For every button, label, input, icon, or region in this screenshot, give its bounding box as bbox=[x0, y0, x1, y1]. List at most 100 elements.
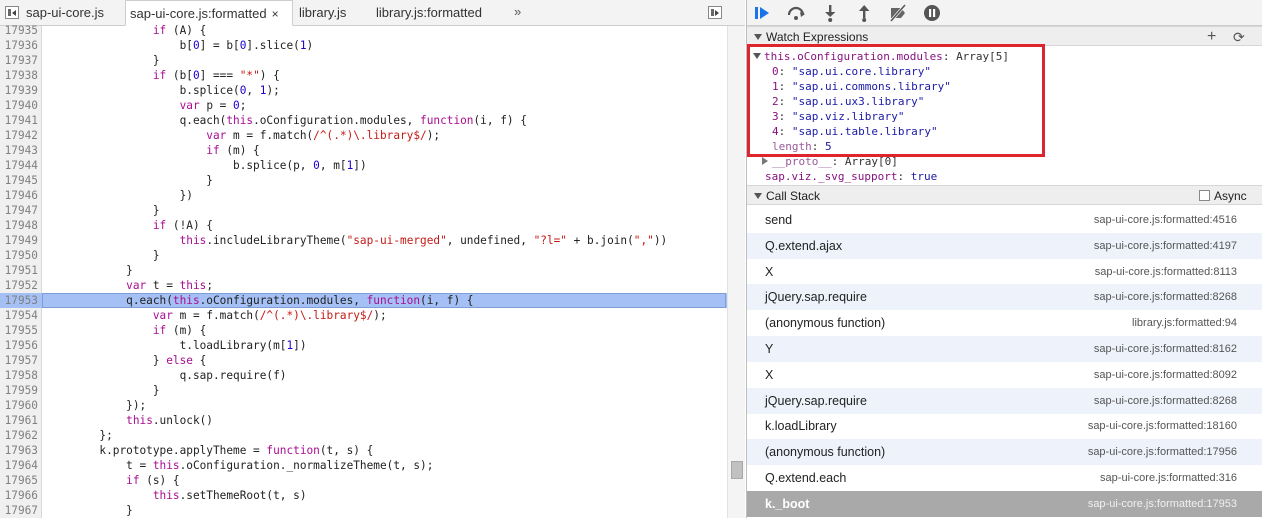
code-line[interactable]: 17952 var t = this; bbox=[0, 278, 727, 293]
call-frame[interactable]: (anonymous function) sap-ui-core.js:forma… bbox=[747, 439, 1262, 465]
line-number[interactable]: 17949 bbox=[0, 233, 38, 248]
line-number[interactable]: 17952 bbox=[0, 278, 38, 293]
code-line[interactable]: 17948 if (!A) { bbox=[0, 218, 727, 233]
line-number[interactable]: 17946 bbox=[0, 188, 38, 203]
code-line[interactable]: 17935 if (A) { bbox=[0, 23, 727, 38]
line-number[interactable]: 17942 bbox=[0, 128, 38, 143]
code-line[interactable]: 17950 } bbox=[0, 248, 727, 263]
line-number[interactable]: 17935 bbox=[0, 23, 38, 38]
code-line[interactable]: 17947 } bbox=[0, 203, 727, 218]
code-line[interactable]: 17938 if (b[0] === "*") { bbox=[0, 68, 727, 83]
frame-location-link[interactable]: sap-ui-core.js:formatted:4197 bbox=[1094, 233, 1237, 259]
expand-triangle-icon[interactable] bbox=[753, 53, 761, 59]
call-frame[interactable]: jQuery.sap.require sap-ui-core.js:formatt… bbox=[747, 284, 1262, 310]
code-line[interactable]: 17959 } bbox=[0, 383, 727, 398]
frame-location-link[interactable]: sap-ui-core.js:formatted:18160 bbox=[1088, 413, 1237, 439]
line-number[interactable]: 17936 bbox=[0, 38, 38, 53]
step-into-icon[interactable] bbox=[819, 3, 841, 23]
line-number[interactable]: 17939 bbox=[0, 83, 38, 98]
line-number[interactable]: 17962 bbox=[0, 428, 38, 443]
current-execution-line[interactable]: 17953 q.each(this.oConfiguration.modules… bbox=[0, 293, 727, 308]
frame-location-link[interactable]: sap-ui-core.js:formatted:8268 bbox=[1094, 284, 1237, 310]
call-stack-header[interactable]: Call Stack Async bbox=[747, 185, 1262, 205]
code-line[interactable]: 17960 }); bbox=[0, 398, 727, 413]
code-line[interactable]: 17961 this.unlock() bbox=[0, 413, 727, 428]
line-number[interactable]: 17965 bbox=[0, 473, 38, 488]
line-number[interactable]: 17961 bbox=[0, 413, 38, 428]
pause-on-exceptions-icon[interactable] bbox=[921, 3, 943, 23]
code-line[interactable]: 17936 b[0] = b[0].slice(1) bbox=[0, 38, 727, 53]
line-number[interactable]: 17938 bbox=[0, 68, 38, 83]
code-line[interactable]: 17949 this.includeLibraryTheme("sap-ui-m… bbox=[0, 233, 727, 248]
line-number[interactable]: 17956 bbox=[0, 338, 38, 353]
add-icon[interactable]: + bbox=[1207, 27, 1216, 47]
call-frame[interactable]: Q.extend.ajax sap-ui-core.js:formatted:41… bbox=[747, 233, 1262, 259]
code-line[interactable]: 17941 q.each(this.oConfiguration.modules… bbox=[0, 113, 727, 128]
more-tabs-icon[interactable]: » bbox=[514, 4, 521, 19]
frame-location-link[interactable]: sap-ui-core.js:formatted:17956 bbox=[1088, 439, 1237, 465]
toggle-navigator-icon[interactable] bbox=[5, 6, 19, 19]
watch-expression[interactable]: sap.viz._svg_support: true bbox=[765, 169, 937, 184]
deactivate-breakpoints-icon[interactable] bbox=[887, 3, 909, 23]
step-over-icon[interactable] bbox=[785, 3, 807, 23]
code-line[interactable]: 17955 if (m) { bbox=[0, 323, 727, 338]
line-number[interactable]: 17941 bbox=[0, 113, 38, 128]
code-line[interactable]: 17963 k.prototype.applyTheme = function(… bbox=[0, 443, 727, 458]
line-number[interactable]: 17943 bbox=[0, 143, 38, 158]
line-number[interactable]: 17950 bbox=[0, 248, 38, 263]
line-number[interactable]: 17937 bbox=[0, 53, 38, 68]
code-line[interactable]: 17954 var m = f.match(/^(.*)\.library$/)… bbox=[0, 308, 727, 323]
line-number[interactable]: 17966 bbox=[0, 488, 38, 503]
line-number[interactable]: 17954 bbox=[0, 308, 38, 323]
line-number[interactable]: 17945 bbox=[0, 173, 38, 188]
call-frame[interactable]: Ysap-ui-core.js:formatted:8162 bbox=[747, 336, 1262, 362]
call-frame-selected[interactable]: k._boot sap-ui-core.js:formatted:17953 bbox=[747, 491, 1262, 517]
frame-location-link[interactable]: sap-ui-core.js:formatted:8268 bbox=[1094, 388, 1237, 414]
code-line[interactable]: 17944 b.splice(p, 0, m[1]) bbox=[0, 158, 727, 173]
code-line[interactable]: 17951 } bbox=[0, 263, 727, 278]
watch-expressions-header[interactable]: Watch Expressions + ⟳ bbox=[747, 26, 1262, 46]
code-line[interactable]: 17965 if (s) { bbox=[0, 473, 727, 488]
frame-location-link[interactable]: library.js:formatted:94 bbox=[1132, 310, 1237, 336]
frame-location-link[interactable]: sap-ui-core.js:formatted:8113 bbox=[1095, 259, 1237, 285]
code-line[interactable]: 17945 } bbox=[0, 173, 727, 188]
frame-location-link[interactable]: sap-ui-core.js:formatted:8162 bbox=[1094, 336, 1237, 362]
line-number[interactable]: 17948 bbox=[0, 218, 38, 233]
line-number[interactable]: 17955 bbox=[0, 323, 38, 338]
frame-location-link[interactable]: sap-ui-core.js:formatted:17953 bbox=[1088, 491, 1237, 517]
editor-scrollbar[interactable] bbox=[727, 26, 745, 518]
code-line[interactable]: 17940 var p = 0; bbox=[0, 98, 727, 113]
line-number[interactable]: 17964 bbox=[0, 458, 38, 473]
call-frame[interactable]: k.loadLibrary sap-ui-core.js:formatted:18… bbox=[747, 413, 1262, 439]
async-checkbox[interactable] bbox=[1199, 190, 1210, 201]
line-number[interactable]: 17963 bbox=[0, 443, 38, 458]
line-number[interactable]: 17957 bbox=[0, 353, 38, 368]
expand-triangle-icon[interactable] bbox=[762, 157, 768, 165]
call-frame[interactable]: send sap-ui-core.js:formatted:4516 bbox=[747, 207, 1262, 233]
line-number[interactable]: 17947 bbox=[0, 203, 38, 218]
line-number[interactable]: 17944 bbox=[0, 158, 38, 173]
resume-icon[interactable] bbox=[751, 3, 773, 23]
call-frame[interactable]: Xsap-ui-core.js:formatted:8113 bbox=[747, 259, 1262, 285]
scrollbar-thumb[interactable] bbox=[731, 461, 743, 479]
frame-location-link[interactable]: sap-ui-core.js:formatted:316 bbox=[1100, 465, 1237, 491]
line-number[interactable]: 17953 bbox=[0, 293, 38, 308]
code-line[interactable]: 17962 }; bbox=[0, 428, 727, 443]
call-frame[interactable]: Xsap-ui-core.js:formatted:8092 bbox=[747, 362, 1262, 388]
code-line[interactable]: 17937 } bbox=[0, 53, 727, 68]
code-line[interactable]: 17958 q.sap.require(f) bbox=[0, 368, 727, 383]
line-number[interactable]: 17940 bbox=[0, 98, 38, 113]
line-number[interactable]: 17951 bbox=[0, 263, 38, 278]
code-line[interactable]: 17957 } else { bbox=[0, 353, 727, 368]
watch-array-proto[interactable]: __proto__: Array[0] bbox=[762, 154, 898, 169]
call-frame[interactable]: jQuery.sap.require sap-ui-core.js:formatt… bbox=[747, 388, 1262, 414]
code-line[interactable]: 17942 var m = f.match(/^(.*)\.library$/)… bbox=[0, 128, 727, 143]
toggle-debugger-icon[interactable] bbox=[708, 6, 722, 19]
code-line[interactable]: 17967 } bbox=[0, 503, 727, 518]
code-line[interactable]: 17943 if (m) { bbox=[0, 143, 727, 158]
line-number[interactable]: 17959 bbox=[0, 383, 38, 398]
code-line[interactable]: 17956 t.loadLibrary(m[1]) bbox=[0, 338, 727, 353]
code-line[interactable]: 17964 t = this.oConfiguration._normalize… bbox=[0, 458, 727, 473]
refresh-icon[interactable]: ⟳ bbox=[1233, 27, 1245, 47]
line-number[interactable]: 17960 bbox=[0, 398, 38, 413]
